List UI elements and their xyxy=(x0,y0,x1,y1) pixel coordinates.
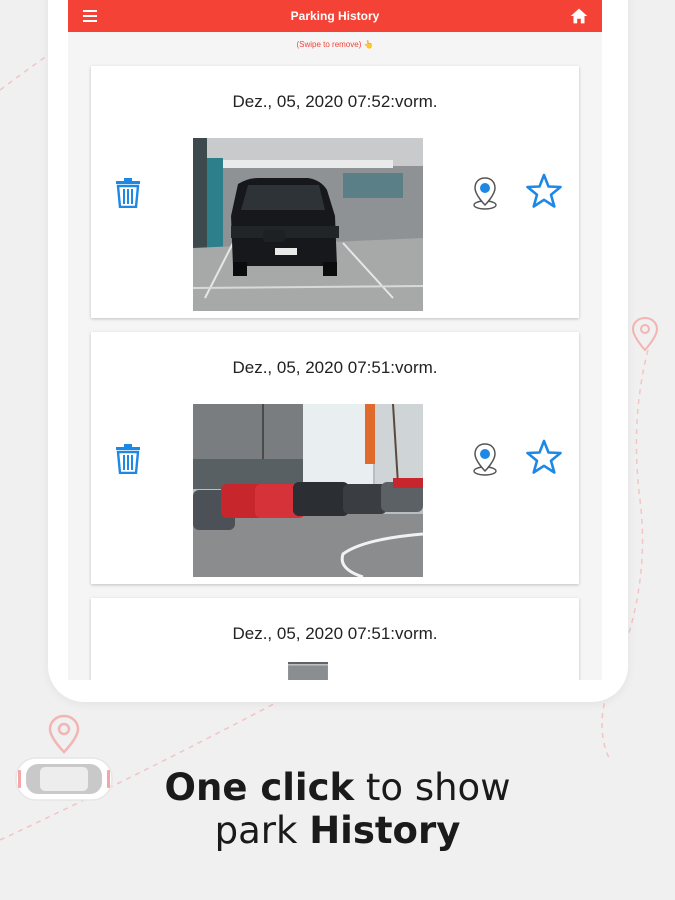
app-bar: Parking History xyxy=(68,0,602,32)
caption-bold: History xyxy=(309,809,461,852)
home-icon[interactable] xyxy=(568,5,590,27)
caption-bold: One click xyxy=(164,766,355,809)
map-pin-icon[interactable] xyxy=(471,442,499,476)
history-card[interactable]: Dez., 05, 2020 07:51:vorm. xyxy=(91,598,579,680)
history-date: Dez., 05, 2020 07:52:vorm. xyxy=(232,92,438,111)
caption-text: to show xyxy=(354,766,511,809)
history-card[interactable]: Dez., 05, 2020 07:51:vorm. xyxy=(91,332,579,584)
map-pin-icon[interactable] xyxy=(471,176,499,210)
star-outline-icon[interactable] xyxy=(525,172,563,210)
trash-icon[interactable] xyxy=(115,178,141,208)
history-date: Dez., 05, 2020 07:51:vorm. xyxy=(232,624,438,643)
app-bar-title: Parking History xyxy=(290,9,380,23)
promo-caption: One click to show park History xyxy=(0,766,675,852)
trash-icon[interactable] xyxy=(115,444,141,474)
parking-photo[interactable] xyxy=(193,404,423,577)
parking-photo[interactable] xyxy=(193,662,423,680)
caption-text: park xyxy=(214,809,310,852)
app-screen: Parking History (Swipe to remove) 👆 Dez.… xyxy=(68,0,602,680)
swipe-hint: (Swipe to remove) 👆 xyxy=(296,40,374,49)
map-pin-decor-icon xyxy=(48,714,80,754)
history-card[interactable]: Dez., 05, 2020 07:52:vorm. xyxy=(91,66,579,318)
history-date: Dez., 05, 2020 07:51:vorm. xyxy=(232,358,438,377)
map-pin-decor-icon xyxy=(631,316,659,352)
parking-photo[interactable] xyxy=(193,138,423,311)
star-outline-icon[interactable] xyxy=(525,438,563,476)
